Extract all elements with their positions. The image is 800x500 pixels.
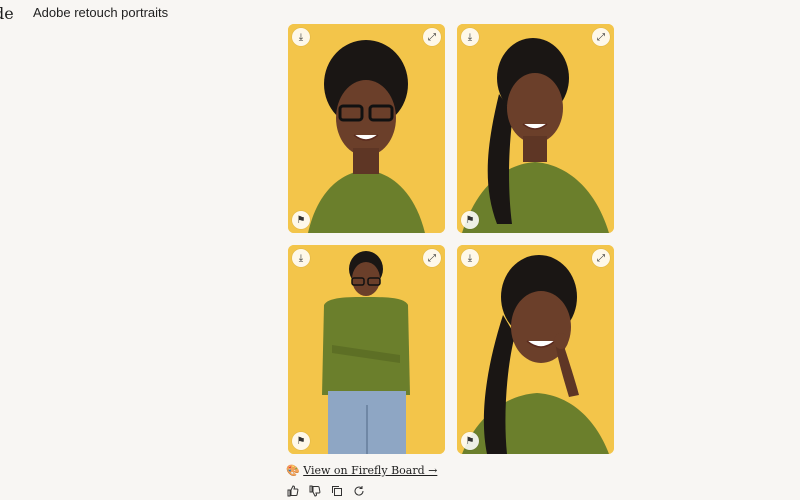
firefly-board-link[interactable]: View on Firefly Board → bbox=[303, 464, 437, 477]
expand-icon[interactable]: ⤢ bbox=[592, 249, 610, 267]
portrait-image bbox=[288, 24, 445, 233]
download-icon[interactable]: ⤓ bbox=[292, 28, 310, 46]
flag-icon[interactable]: ⚑ bbox=[292, 432, 310, 450]
feedback-actions bbox=[286, 484, 366, 498]
flag-icon[interactable]: ⚑ bbox=[461, 211, 479, 229]
image-card-2[interactable]: ⤓ ⤢ ⚑ bbox=[457, 24, 614, 233]
thumbs-up-icon[interactable] bbox=[286, 484, 300, 498]
image-card-3[interactable]: ⤓ ⤢ ⚑ bbox=[288, 245, 445, 454]
page-title: Adobe retouch portraits bbox=[33, 5, 169, 20]
download-icon[interactable]: ⤓ bbox=[461, 249, 479, 267]
image-card-1[interactable]: ⤓ ⤢ ⚑ bbox=[288, 24, 445, 233]
flag-icon[interactable]: ⚑ bbox=[292, 211, 310, 229]
image-card-4[interactable]: ⤓ ⤢ ⚑ bbox=[457, 245, 614, 454]
expand-icon[interactable]: ⤢ bbox=[592, 28, 610, 46]
download-icon[interactable]: ⤓ bbox=[292, 249, 310, 267]
expand-icon[interactable]: ⤢ bbox=[423, 249, 441, 267]
portrait-image bbox=[457, 24, 614, 233]
portrait-image bbox=[457, 245, 614, 454]
brand-logo: de bbox=[0, 4, 14, 23]
flag-icon[interactable]: ⚑ bbox=[461, 432, 479, 450]
download-icon[interactable]: ⤓ bbox=[461, 28, 479, 46]
thumbs-down-icon[interactable] bbox=[308, 484, 322, 498]
palette-icon: 🎨 bbox=[286, 464, 300, 477]
regenerate-icon[interactable] bbox=[352, 484, 366, 498]
copy-icon[interactable] bbox=[330, 484, 344, 498]
firefly-board-link-row: 🎨 View on Firefly Board → bbox=[286, 464, 437, 477]
expand-icon[interactable]: ⤢ bbox=[423, 28, 441, 46]
portrait-image bbox=[288, 245, 445, 454]
